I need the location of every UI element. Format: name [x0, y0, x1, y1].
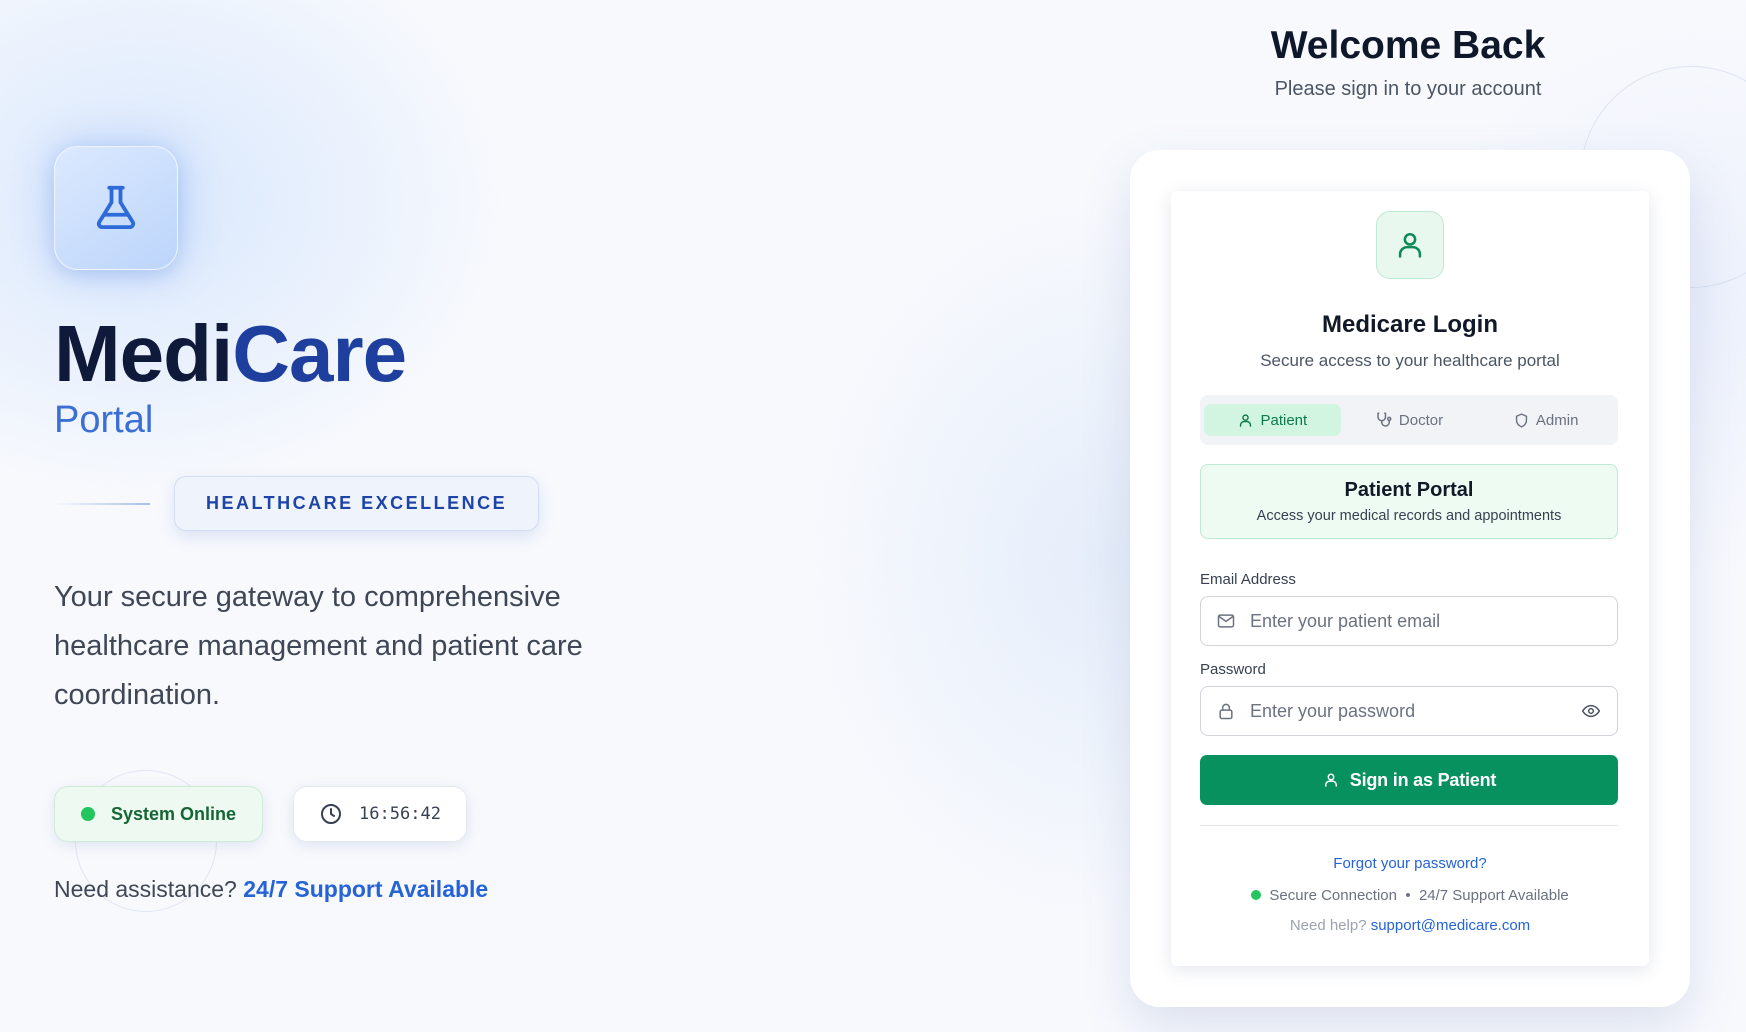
card-title: Medicare Login — [1321, 311, 1499, 338]
eye-icon[interactable] — [1581, 701, 1601, 721]
password-label: Password — [1200, 661, 1266, 678]
role-tabs: Patient Doctor Admin — [1200, 395, 1618, 445]
brand-part-1: Medi — [54, 309, 233, 398]
user-icon — [1324, 773, 1337, 787]
assistance-line: Need assistance? 24/7 Support Available — [54, 876, 674, 903]
tab-patient-label: Patient — [1260, 411, 1308, 429]
clock-badge: 16:56:42 — [293, 786, 467, 842]
brand-name: MediCare — [54, 314, 674, 394]
online-dot-icon — [81, 807, 95, 821]
system-status-label: System Online — [111, 803, 237, 824]
hero-description: Your secure gateway to comprehensive hea… — [54, 581, 583, 711]
clock-time: 16:56:42 — [359, 804, 441, 824]
tab-doctor-label: Doctor — [1398, 411, 1444, 429]
lock-icon — [1216, 701, 1236, 721]
card-subtitle: Secure access to your healthcare portal — [1260, 351, 1560, 370]
user-avatar-tile — [1376, 211, 1444, 279]
flask-icon — [96, 185, 136, 230]
welcome-header: Welcome Back Please sign in to your acco… — [1130, 22, 1686, 101]
email-input[interactable] — [1248, 596, 1617, 646]
password-input[interactable] — [1248, 686, 1581, 736]
shield-icon — [1515, 412, 1528, 428]
tagline-row: HEALTHCARE EXCELLENCE — [54, 476, 674, 531]
forgot-password-link[interactable]: Forgot your password? — [1171, 855, 1649, 872]
tab-admin-label: Admin — [1535, 411, 1579, 429]
email-label: Email Address — [1200, 571, 1296, 588]
user-icon — [1240, 413, 1252, 427]
brand-part-2: Care — [232, 309, 407, 398]
separator: • — [1405, 887, 1411, 904]
support-link[interactable]: 24/7 Support Available — [243, 876, 488, 902]
tab-admin[interactable]: Admin — [1477, 404, 1614, 436]
support-email-link[interactable]: support@medicare.com — [1371, 917, 1530, 934]
secure-info-row: Secure Connection • 24/7 Support Availab… — [1171, 887, 1649, 904]
support-available-label: 24/7 Support Available — [1418, 887, 1569, 904]
system-status-badge: System Online — [54, 786, 264, 842]
logo-tile — [54, 146, 178, 270]
status-row: System Online 16:56:42 — [54, 786, 674, 842]
help-row: Need help? support@medicare.com — [1171, 917, 1649, 934]
welcome-subtitle: Please sign in to your account — [1274, 78, 1542, 100]
tab-doctor[interactable]: Doctor — [1341, 404, 1478, 436]
portal-title: Patient Portal — [1344, 479, 1474, 501]
login-card: Medicare Login Secure access to your hea… — [1171, 191, 1649, 966]
brand-subtitle: Portal — [54, 399, 154, 441]
divider — [1200, 825, 1618, 826]
secure-connection-label: Secure Connection — [1269, 887, 1397, 904]
hero-section: MediCare Portal HEALTHCARE EXCELLENCE Yo… — [54, 146, 674, 903]
mail-icon — [1216, 611, 1236, 631]
help-prefix: Need help? — [1289, 917, 1367, 934]
password-field-wrapper — [1200, 686, 1618, 736]
welcome-title: Welcome Back — [1270, 24, 1546, 67]
tagline-divider — [54, 502, 150, 505]
clock-icon — [321, 804, 342, 824]
portal-info-box: Patient Portal Access your medical recor… — [1200, 464, 1618, 539]
email-field-wrapper — [1200, 596, 1618, 646]
portal-description: Access your medical records and appointm… — [1256, 508, 1562, 524]
sign-in-button[interactable]: Sign in as Patient — [1200, 755, 1618, 805]
tagline-badge: HEALTHCARE EXCELLENCE — [174, 476, 540, 531]
tab-patient[interactable]: Patient — [1204, 404, 1341, 436]
stethoscope-icon — [1377, 412, 1392, 427]
user-icon — [1398, 232, 1422, 258]
assistance-prefix: Need assistance? — [54, 876, 237, 902]
sign-in-label: Sign in as Patient — [1349, 769, 1497, 790]
secure-dot-icon — [1251, 890, 1262, 900]
